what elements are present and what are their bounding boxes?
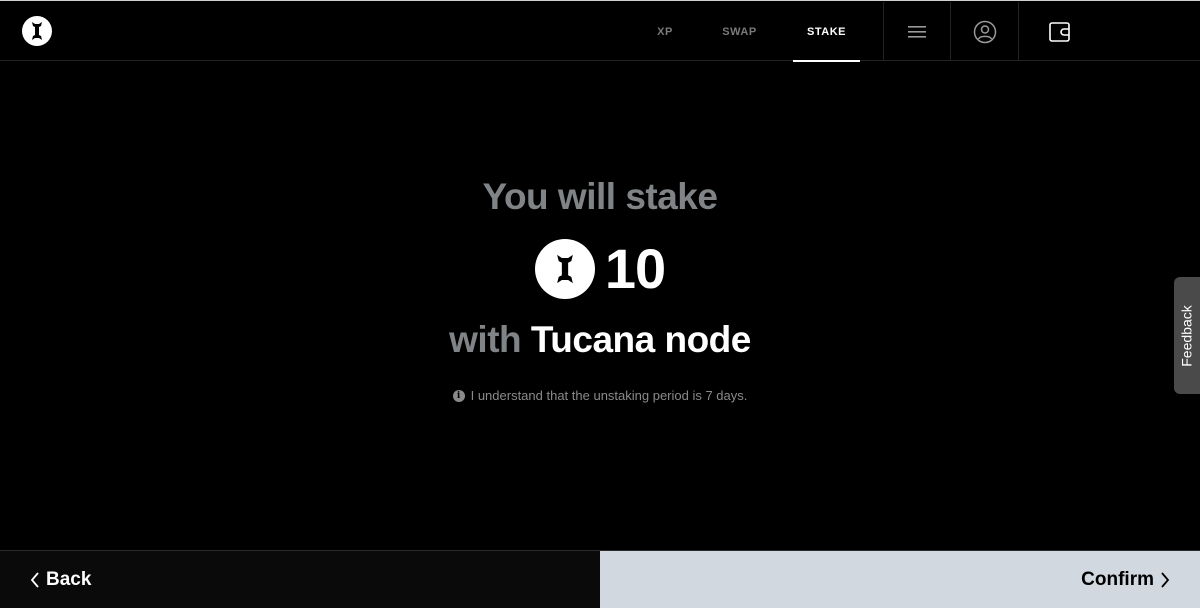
chevron-right-icon [1161, 571, 1170, 588]
back-label: Back [46, 568, 92, 590]
stake-confirmation-panel: You will stake 10 with Tucana node i I u… [0, 61, 1200, 551]
menu-icon [908, 25, 926, 38]
feedback-tab[interactable]: Feedback [1174, 277, 1200, 394]
feedback-label: Feedback [1179, 304, 1196, 367]
node-line: with Tucana node [0, 319, 1200, 361]
confirm-button[interactable]: Confirm [600, 551, 1200, 608]
wallet-button[interactable] [1018, 2, 1100, 61]
user-icon [973, 20, 996, 43]
profile-button[interactable] [950, 2, 1018, 61]
footer-actions: Back Confirm [0, 550, 1200, 608]
bone-logo-icon [32, 22, 42, 40]
node-prefix: with [449, 319, 522, 360]
stake-amount-row: 10 [0, 236, 1200, 301]
nav-tab-swap[interactable]: SWAP [712, 2, 767, 61]
stake-amount: 10 [604, 237, 666, 300]
unstaking-notice: i I understand that the unstaking period… [0, 388, 1200, 403]
menu-button[interactable] [883, 2, 950, 61]
stake-title: You will stake [482, 176, 718, 217]
notice-text: I understand that the unstaking period i… [470, 388, 748, 403]
token-badge [534, 238, 595, 299]
confirm-label: Confirm [1081, 568, 1154, 590]
nav-tab-stake[interactable]: STAKE [793, 2, 860, 62]
nav-tab-xp[interactable]: XP [645, 2, 685, 61]
chevron-left-icon [30, 571, 39, 588]
bone-token-icon [556, 254, 573, 283]
node-name: Tucana node [530, 319, 751, 360]
logo[interactable] [22, 16, 52, 46]
wallet-icon [1048, 21, 1070, 42]
back-button[interactable]: Back [0, 551, 600, 608]
info-icon: i [452, 389, 465, 402]
top-nav-bar: XP SWAP STAKE [0, 2, 1200, 62]
